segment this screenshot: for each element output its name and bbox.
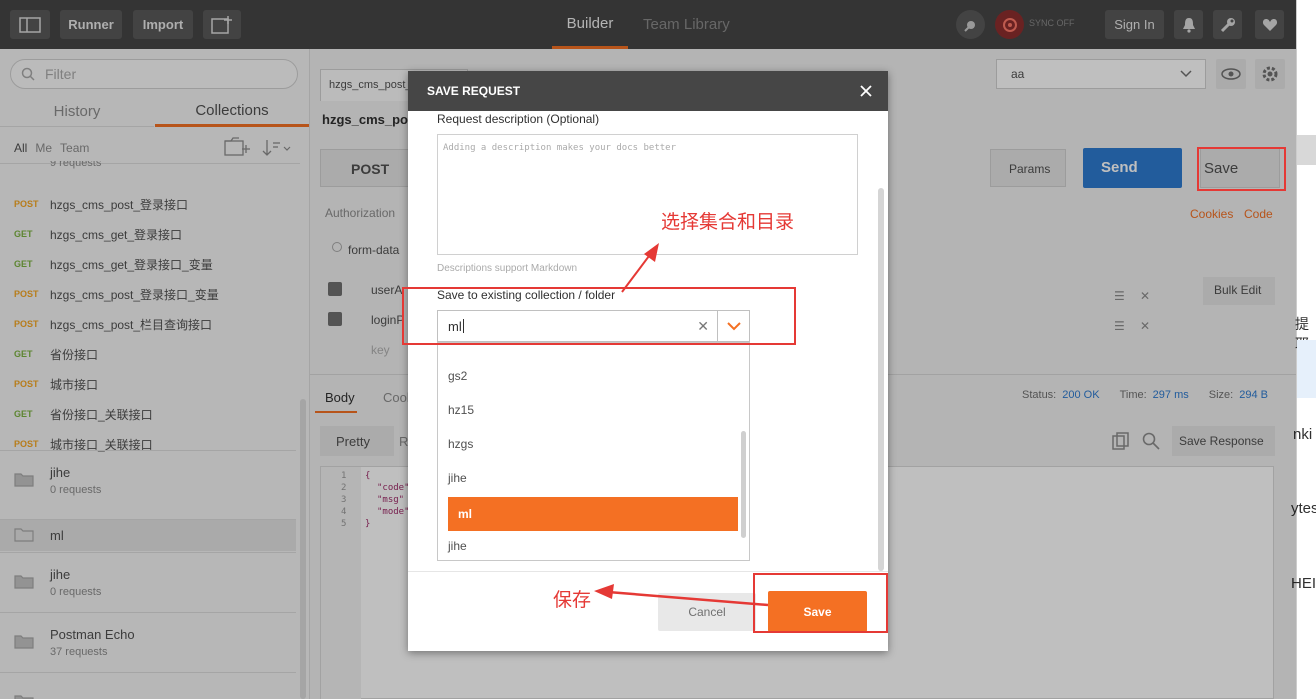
dropdown-option[interactable]: jihe [438, 461, 738, 495]
save-request-dialog: SAVE REQUEST Request description (Option… [408, 71, 888, 651]
annotation-select-collection: 选择集合和目录 [661, 211, 795, 233]
description-hint: Descriptions support Markdown [437, 263, 578, 274]
dropdown-option[interactable]: jihe [438, 529, 738, 560]
annotation-box-save-main [1197, 147, 1286, 191]
close-icon[interactable] [856, 81, 876, 101]
dialog-title: SAVE REQUEST [427, 84, 521, 98]
collection-dropdown: gs2 hz15 hzgs jihe ml jihe [437, 342, 750, 561]
annotation-box-save [753, 573, 888, 633]
annotation-box-collection [402, 287, 796, 345]
dialog-header: SAVE REQUEST [408, 71, 888, 111]
description-label: Request description (Optional) [437, 112, 600, 126]
dropdown-scrollbar[interactable] [741, 431, 746, 538]
dropdown-option[interactable]: hzgs [438, 427, 738, 461]
dropdown-option[interactable]: gs2 [438, 359, 738, 393]
annotation-save: 保存 [553, 589, 592, 611]
dropdown-option[interactable]: hz15 [438, 393, 738, 427]
dialog-scrollbar[interactable] [878, 188, 884, 571]
background-window-strip: 提耶 nki ytes HEI [1291, 0, 1316, 699]
dropdown-option[interactable]: ml [448, 497, 738, 531]
cancel-button[interactable]: Cancel [658, 593, 756, 631]
description-textarea[interactable]: Adding a description makes your docs bet… [437, 134, 858, 255]
